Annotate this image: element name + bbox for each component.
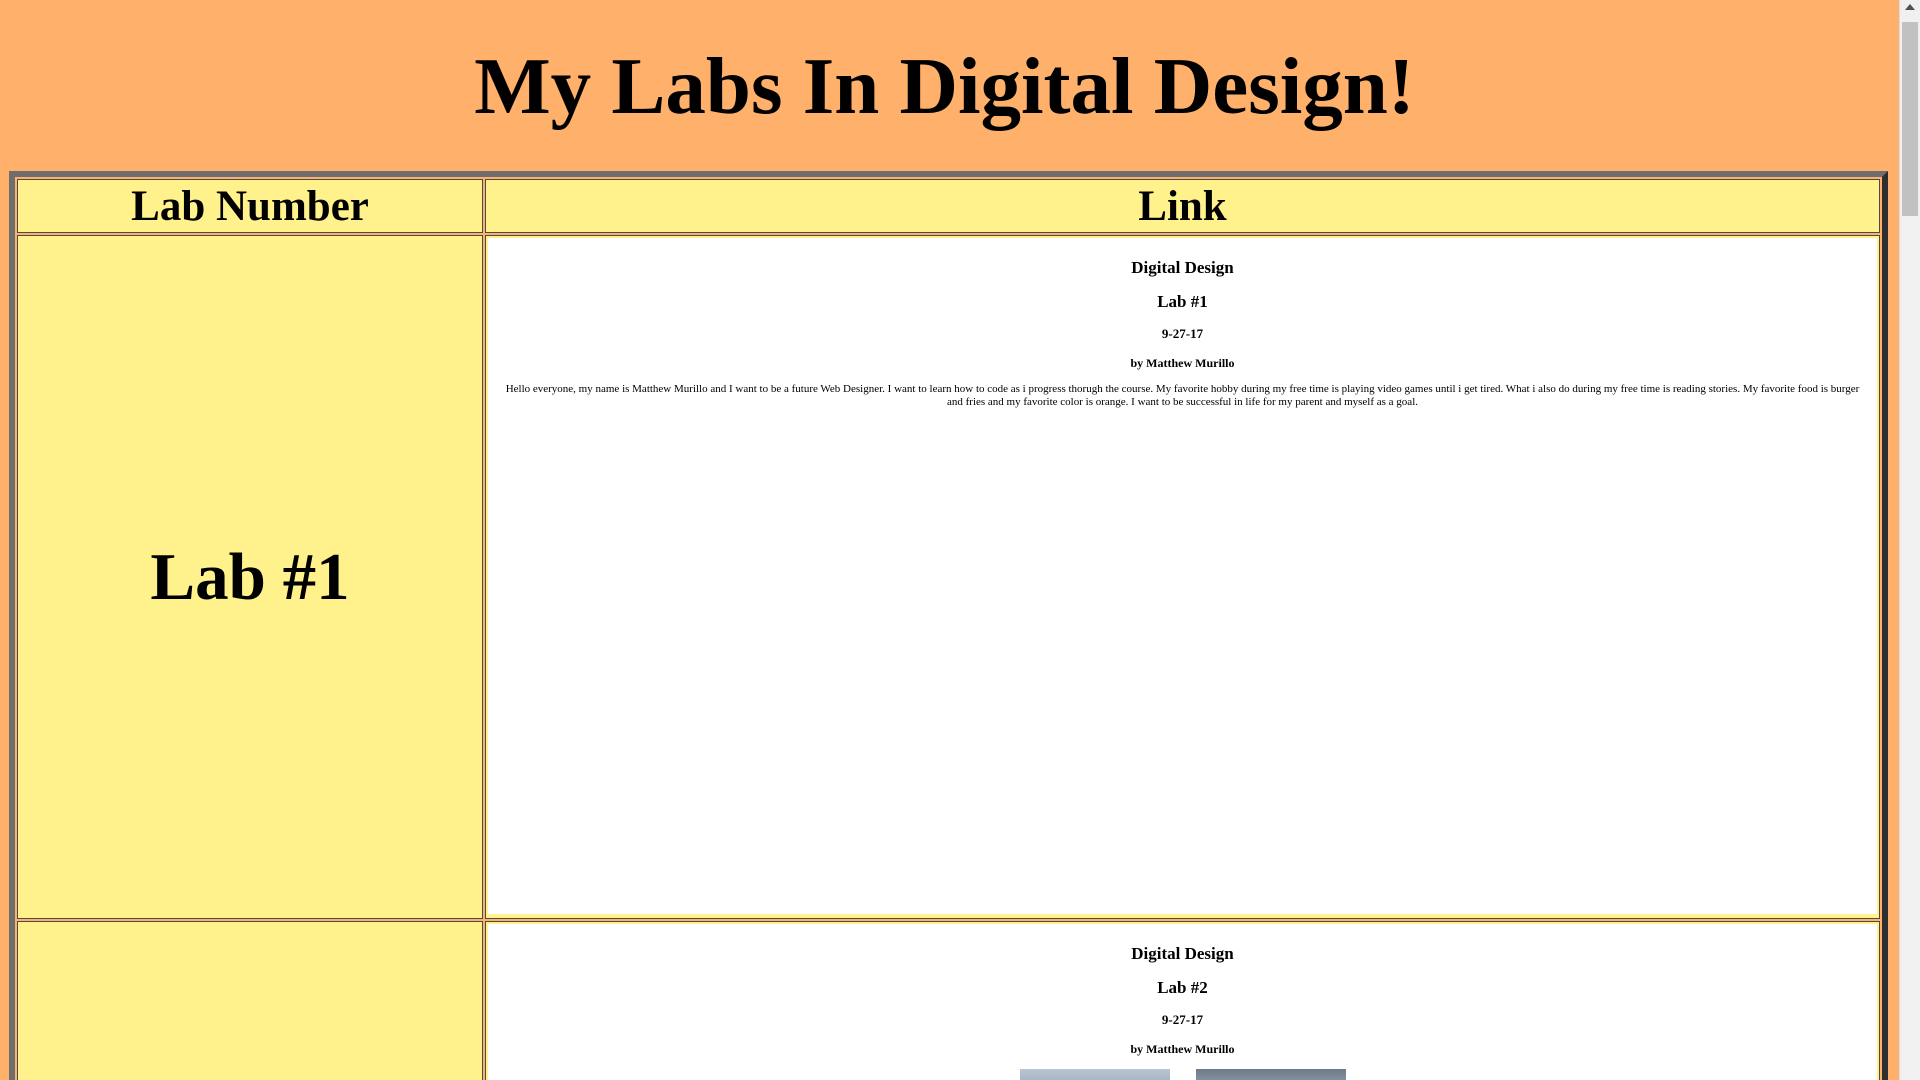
lab-photo <box>911 1069 1455 1080</box>
lab-date: 9-27-17 <box>1161 326 1204 341</box>
lab-number-cell <box>17 921 483 1080</box>
scroll-up-arrow-icon[interactable] <box>1905 4 1915 10</box>
photo-pane <box>1019 1069 1170 1080</box>
lab-iframe[interactable]: Digital Design Lab #1 9-27-17 by Matthew… <box>488 238 1877 914</box>
table-row: Digital Design Lab #2 9-27-17 by Matthew… <box>17 921 1880 1080</box>
lab-author: by Matthew Murillo <box>1130 356 1235 370</box>
labs-table: Lab Number Link Lab #1 Digital Design La… <box>9 171 1888 1080</box>
header-lab-number: Lab Number <box>17 179 483 233</box>
link-cell: Digital Design Lab #2 9-27-17 by Matthew… <box>485 921 1880 1080</box>
table-row: Lab #1 Digital Design Lab #1 9-27-17 by … <box>17 235 1880 919</box>
lab-iframe[interactable]: Digital Design Lab #2 9-27-17 by Matthew… <box>488 924 1877 1080</box>
lab-title: Lab #1 <box>1157 292 1208 311</box>
photo-pane <box>1195 1069 1346 1080</box>
vertical-scrollbar[interactable] <box>1899 0 1920 1080</box>
scroll-thumb[interactable] <box>1902 22 1918 216</box>
page: My Labs In Digital Design! Lab Number Li… <box>0 0 1899 1080</box>
page-title: My Labs In Digital Design! <box>474 41 1415 131</box>
lab-author: by Matthew Murillo <box>1130 1042 1235 1056</box>
table-header-row: Lab Number Link <box>17 179 1880 233</box>
course-title: Digital Design <box>1131 258 1234 277</box>
lab-bio: Hello everyone, my name is Matthew Muril… <box>505 383 1860 408</box>
header-link: Link <box>485 179 1880 233</box>
lab-date: 9-27-17 <box>1161 1012 1204 1027</box>
lab-title: Lab #2 <box>1157 978 1208 997</box>
link-cell: Digital Design Lab #1 9-27-17 by Matthew… <box>485 235 1880 919</box>
course-title: Digital Design <box>1131 944 1234 963</box>
lab-number-cell: Lab #1 <box>17 235 483 919</box>
